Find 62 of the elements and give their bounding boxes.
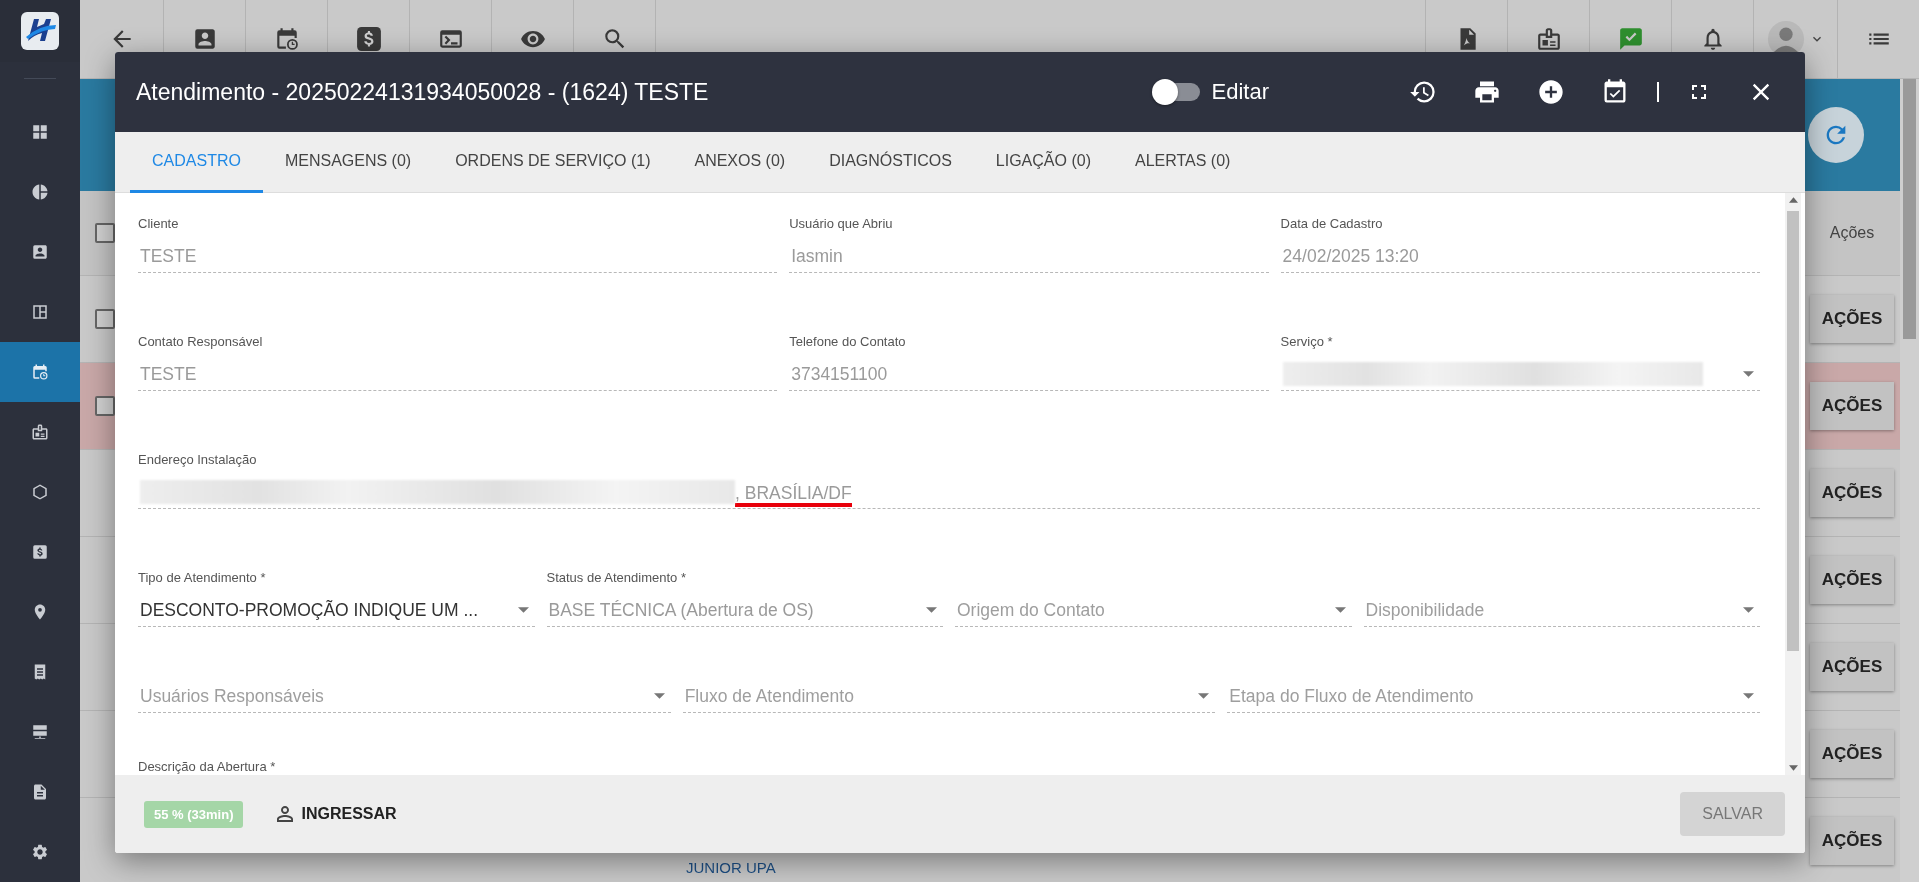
actions-button[interactable]: AÇÕES (1809, 469, 1895, 517)
actions-button[interactable]: AÇÕES (1809, 643, 1895, 691)
tab[interactable]: MENSAGENS (0) (262, 132, 434, 193)
field-label: Tipo de Atendimento * (138, 570, 267, 586)
field-label: Data de Cadastro (1280, 216, 1384, 232)
checkbox[interactable] (95, 223, 115, 243)
dropdown-caret-icon (1743, 371, 1754, 377)
settings-icon (31, 843, 49, 861)
id-badge-icon[interactable] (1535, 26, 1562, 52)
grid-icon (31, 123, 49, 141)
tab[interactable]: ANEXOS (0) (672, 132, 808, 193)
contact-card-icon (31, 243, 49, 261)
scrollbar[interactable] (1785, 193, 1801, 775)
server-icon (31, 723, 49, 741)
cube-icon (31, 483, 49, 501)
field-label: Telefone do Contato (789, 334, 907, 350)
progress-badge: 55 % (33min) (144, 800, 244, 828)
select-field[interactable]: DESCONTO-PROMOÇÃO INDIQUE UM ... (138, 594, 535, 627)
tab[interactable]: ORDENS DE SERVIÇO (1) (433, 132, 673, 193)
actions-button[interactable]: AÇÕES (1809, 730, 1895, 778)
dialog-title: Atendimento - 20250224131934050028 - (1624) TESTE (136, 78, 710, 106)
dollar-icon (31, 543, 49, 561)
field-label: Serviço * (1280, 334, 1334, 350)
scrollbar[interactable] (1900, 79, 1919, 882)
checkbox[interactable] (95, 309, 115, 329)
tab[interactable]: DIAGNÓSTICOS (807, 132, 974, 193)
pie-chart-icon (31, 183, 49, 201)
field-label: Status de Atendimento * (546, 570, 687, 586)
actions-button[interactable]: AÇÕES (1809, 817, 1895, 865)
id-badge-icon (31, 423, 49, 441)
dropdown-caret-icon (1198, 693, 1210, 699)
add-icon[interactable] (1537, 78, 1565, 106)
chat-check-icon[interactable] (1617, 26, 1644, 52)
edit-label: Editar (1211, 79, 1269, 105)
dropdown-caret-icon (926, 607, 937, 613)
document-icon (31, 783, 49, 801)
field-label: Endereço Instalação (138, 452, 258, 468)
column-header: Ações (1829, 224, 1875, 242)
actions-button[interactable]: AÇÕES (1809, 295, 1895, 343)
dropdown-caret-icon (653, 693, 665, 699)
board-icon (31, 303, 49, 321)
field-label: Contato Responsável (138, 334, 264, 350)
actions-button[interactable]: AÇÕES (1809, 382, 1895, 430)
dollar-icon[interactable] (355, 26, 382, 52)
name-link[interactable]: JUNIOR UPA (686, 859, 776, 876)
tab[interactable]: LIGAÇÃO (0) (973, 132, 1113, 193)
logo-icon[interactable] (20, 11, 60, 52)
checkbox[interactable] (95, 396, 115, 416)
scroll-down-arrow-icon[interactable] (1788, 765, 1798, 771)
dropdown-caret-icon (1743, 607, 1754, 613)
calendar-clock-icon (31, 363, 49, 381)
tab[interactable]: ALERTAS (0) (1112, 132, 1253, 193)
dropdown-caret-icon (1743, 693, 1754, 699)
refresh-button[interactable] (1808, 107, 1864, 163)
field-label: Cliente (138, 216, 180, 232)
actions-button[interactable]: AÇÕES (1809, 556, 1895, 604)
scroll-up-arrow-icon[interactable] (1788, 197, 1798, 203)
field-label: Usuário que Abriu (789, 216, 894, 232)
dropdown-caret-icon (517, 607, 529, 613)
dropdown-caret-icon (1334, 607, 1346, 613)
join-button[interactable]: INGRESSAR (273, 802, 397, 826)
field-label: Descrição da Abertura * (138, 759, 276, 774)
